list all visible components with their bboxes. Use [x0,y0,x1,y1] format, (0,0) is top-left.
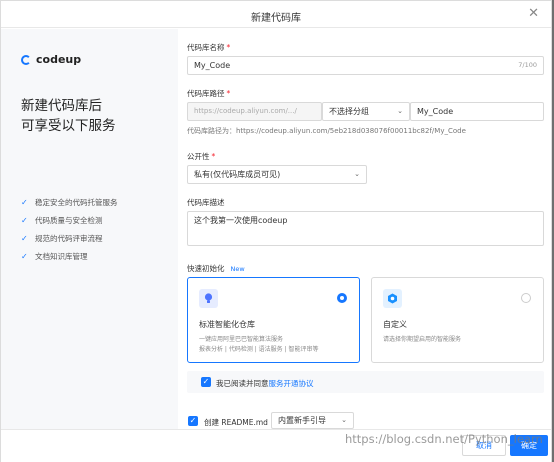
repo-path-hint: 代码库路径为：https://codeup.aliyun.com/5eb218d… [187,127,466,135]
hexagon-icon [383,289,402,308]
check-icon: ✓ [21,215,28,225]
feature-label: 文档知识库管理 [35,251,88,261]
visibility-label: 公开性 * [187,152,216,161]
headline-line-2: 可享受以下服务 [21,118,116,134]
chevron-down-icon: ⌄ [354,170,360,178]
check-icon: ✓ [21,197,28,207]
service-agreement-link[interactable]: 服务开通协议 [269,379,314,388]
card-custom[interactable]: 自定义 请选择你期望启用的智能服务 [371,277,544,363]
feature-label: 稳定安全的代码托管服务 [35,197,118,207]
agree-checkbox[interactable]: ✓ [201,377,211,387]
feature-item: ✓ 代码质量与安全检测 [21,211,118,229]
visibility-select[interactable]: 私有(仅代码库成员可见) ⌄ [187,165,367,184]
headline-line-1: 新建代码库后 [21,98,102,114]
feature-item: ✓ 文档知识库管理 [21,247,118,265]
readme-template-select[interactable]: 内置新手引导 ⌄ [271,412,354,429]
agreement-row: ✓ 我已阅读并同意服务开通协议 [187,371,544,393]
dialog-title: 新建代码库 [251,13,301,24]
repo-path-label: 代码库路径 * [187,89,231,98]
card-title: 标准智能化仓库 [199,320,255,329]
close-icon[interactable]: ✕ [528,7,539,20]
feature-item: ✓ 规范的代码评审流程 [21,229,118,247]
card-title: 自定义 [383,320,407,329]
dialog-footer: 取消 确定 [1,429,551,462]
chevron-down-icon: ⌄ [397,107,403,115]
new-badge: New [230,265,245,273]
card-standard-repo[interactable]: 标准智能化仓库 一键应用阿里巴巴智能算法服务 报表分析 | 代码检测 | 语法服… [187,277,360,363]
card-description: 请选择你期望启用的智能服务 [383,336,462,343]
dialog-header: 新建代码库 ✕ [1,1,551,28]
codeup-logo-icon [21,54,31,65]
repo-name-label: 代码库名称 * [187,43,231,52]
char-counter: 7/100 [518,61,537,69]
description-textarea[interactable]: 这个我第一次使用codeup [187,211,544,246]
radio-unselected[interactable] [521,293,531,303]
quick-init-label: 快速初始化 New [187,264,245,273]
path-prefix-field: https://codeup.aliyun.com/.../ [187,102,322,121]
feature-item: ✓ 稳定安全的代码托管服务 [21,193,118,211]
create-repo-dialog: 新建代码库 ✕ codeup 新建代码库后 可享受以下服务 ✓ 稳定安全的代码托管… [0,0,552,462]
readme-checkbox[interactable]: ✓ [188,416,198,426]
bulb-icon [199,289,218,308]
readme-label: 创建 README.md [204,418,268,427]
feature-list: ✓ 稳定安全的代码托管服务 ✓ 代码质量与安全检测 ✓ 规范的代码评审流程 ✓ 文档知识… [21,193,118,265]
sidebar-headline: 新建代码库后 可享受以下服务 [21,96,171,136]
card-description: 一键应用阿里巴巴智能算法服务 报表分析 | 代码检测 | 语法服务 | 智能评审… [199,336,319,353]
check-icon: ✓ [21,233,28,243]
repo-name-input[interactable]: My_Code 7/100 [187,56,544,75]
feature-label: 代码质量与安全检测 [35,215,103,225]
group-select[interactable]: 不选择分组 ⌄ [322,102,410,121]
chevron-down-icon: ⌄ [341,416,347,424]
check-icon: ✓ [21,251,28,261]
confirm-button[interactable]: 确定 [510,435,548,456]
codeup-logo: codeup [21,53,81,66]
feature-label: 规范的代码评审流程 [35,233,103,243]
sidebar: codeup 新建代码库后 可享受以下服务 ✓ 稳定安全的代码托管服务 ✓ 代码质量… [1,29,178,429]
agreement-text: 我已阅读并同意服务开通协议 [216,379,314,388]
radio-selected[interactable] [337,293,347,303]
logo-text: codeup [36,53,82,66]
cancel-button[interactable]: 取消 [462,435,506,456]
description-label: 代码库描述 [187,198,225,207]
repo-path-input[interactable]: My_Code [410,102,544,121]
